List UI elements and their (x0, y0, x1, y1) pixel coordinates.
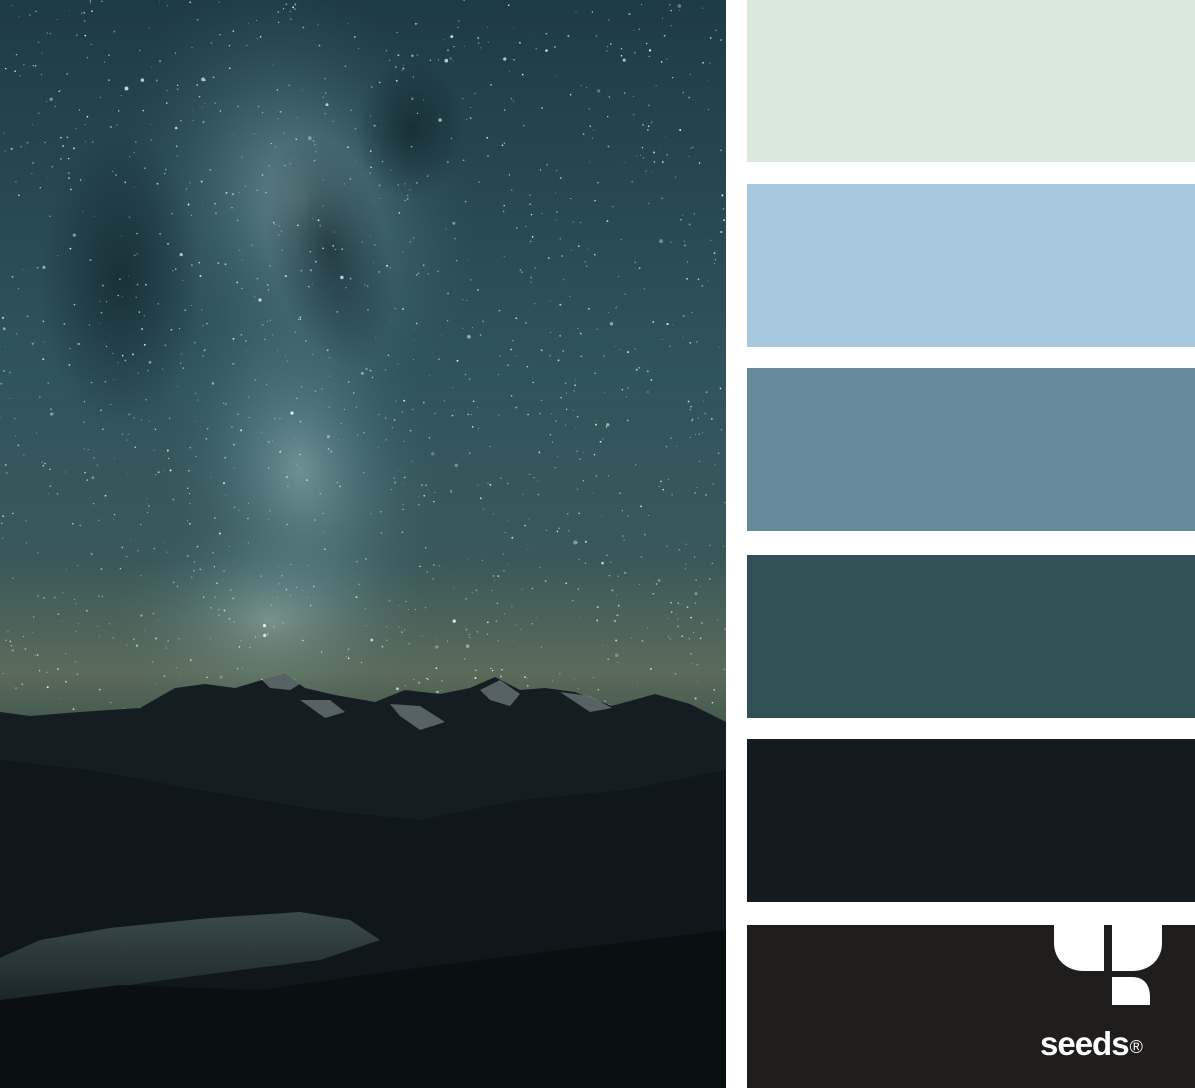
milky-way-mountain-image (0, 0, 726, 1088)
seeds-logo: seeds® (1040, 925, 1162, 1060)
registered-mark: ® (1129, 1037, 1143, 1057)
color-palette: seeds® (747, 0, 1195, 1088)
swatch-mint (747, 0, 1195, 162)
swatch-deep-teal (747, 555, 1195, 718)
seed-leaves-icon (1054, 925, 1162, 1005)
swatch-slate-blue (747, 368, 1195, 531)
seeds-wordmark: seeds® (1040, 1025, 1143, 1062)
swatch-night (747, 739, 1195, 902)
swatch-charcoal: seeds® (747, 925, 1195, 1088)
swatch-sky-blue (747, 184, 1195, 347)
night-sky-photo (0, 0, 726, 1088)
